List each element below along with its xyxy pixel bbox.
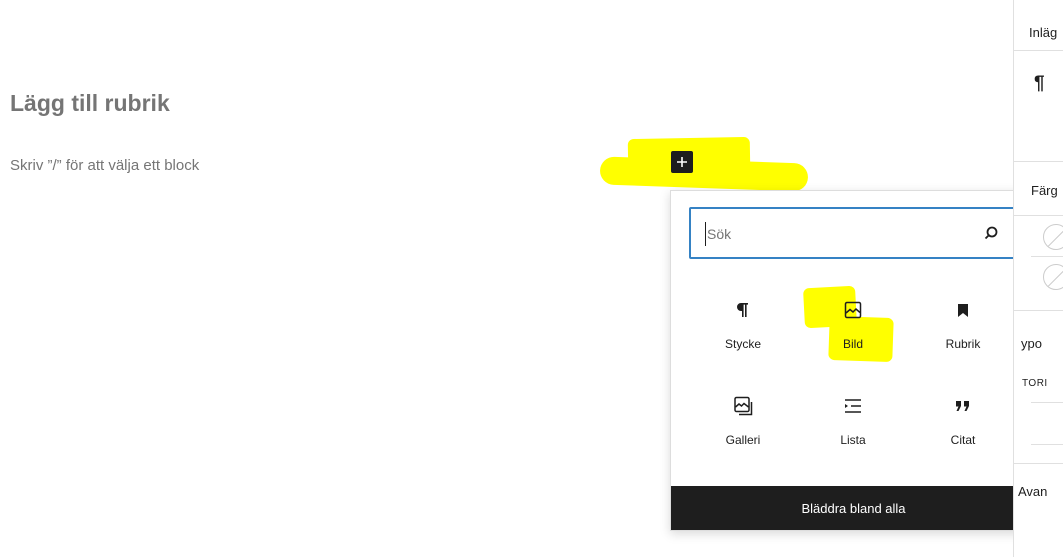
background-color-swatch[interactable]: [1043, 264, 1063, 290]
divider: [1014, 463, 1063, 464]
image-icon: [841, 298, 865, 322]
search-icon: [984, 226, 998, 240]
post-title-input[interactable]: Lägg till rubrik: [10, 90, 170, 117]
block-item-label: Galleri: [725, 433, 761, 447]
divider: [1031, 256, 1063, 257]
search-input[interactable]: [705, 222, 945, 246]
color-panel-heading[interactable]: Färg: [1031, 183, 1058, 198]
text-color-swatch[interactable]: [1043, 224, 1063, 250]
divider: [1014, 310, 1063, 311]
block-item-rubrik[interactable]: Rubrik: [913, 298, 1013, 368]
advanced-panel-heading[interactable]: Avan: [1018, 484, 1047, 499]
editor-canvas: Lägg till rubrik Skriv ”/” för att välja…: [0, 0, 1037, 557]
paragraph-icon: [731, 298, 755, 322]
block-item-label: Rubrik: [945, 337, 981, 351]
plus-icon: [677, 157, 687, 167]
divider: [1014, 161, 1063, 162]
search-box: [689, 207, 1020, 259]
block-item-bild[interactable]: Bild: [803, 298, 903, 368]
browse-all-button[interactable]: Bläddra bland alla: [671, 486, 1036, 530]
heading-icon: [951, 298, 975, 322]
divider: [1031, 444, 1063, 445]
highlight-mark: [599, 156, 809, 192]
quote-icon: [951, 394, 975, 418]
block-inserter-toggle[interactable]: [671, 151, 693, 173]
block-item-stycke[interactable]: Stycke: [693, 298, 793, 368]
block-item-lista[interactable]: Lista: [803, 394, 903, 464]
divider: [1031, 402, 1063, 403]
block-placeholder-input[interactable]: Skriv ”/” för att välja ett block: [10, 157, 199, 174]
typography-panel-heading[interactable]: ypo: [1021, 336, 1042, 351]
block-item-galleri[interactable]: Galleri: [693, 394, 793, 464]
block-item-label: Bild: [842, 337, 863, 351]
list-icon: [841, 394, 865, 418]
tab-post[interactable]: Inläg: [1029, 25, 1057, 40]
block-inserter-popover: Stycke Bild Rubrik Galleri Lista: [670, 190, 1037, 531]
paragraph-block-icon: ¶: [1034, 73, 1045, 94]
divider: [1014, 215, 1063, 216]
typography-sublabel: TORI: [1022, 378, 1048, 389]
divider: [1014, 50, 1063, 51]
block-item-label: Citat: [950, 433, 976, 447]
block-item-citat[interactable]: Citat: [913, 394, 1013, 464]
block-item-label: Lista: [840, 433, 866, 447]
gallery-icon: [731, 394, 755, 418]
block-item-label: Stycke: [724, 337, 761, 351]
settings-sidebar: Inläg ¶ Färg ypo TORI Avan: [1013, 0, 1063, 557]
